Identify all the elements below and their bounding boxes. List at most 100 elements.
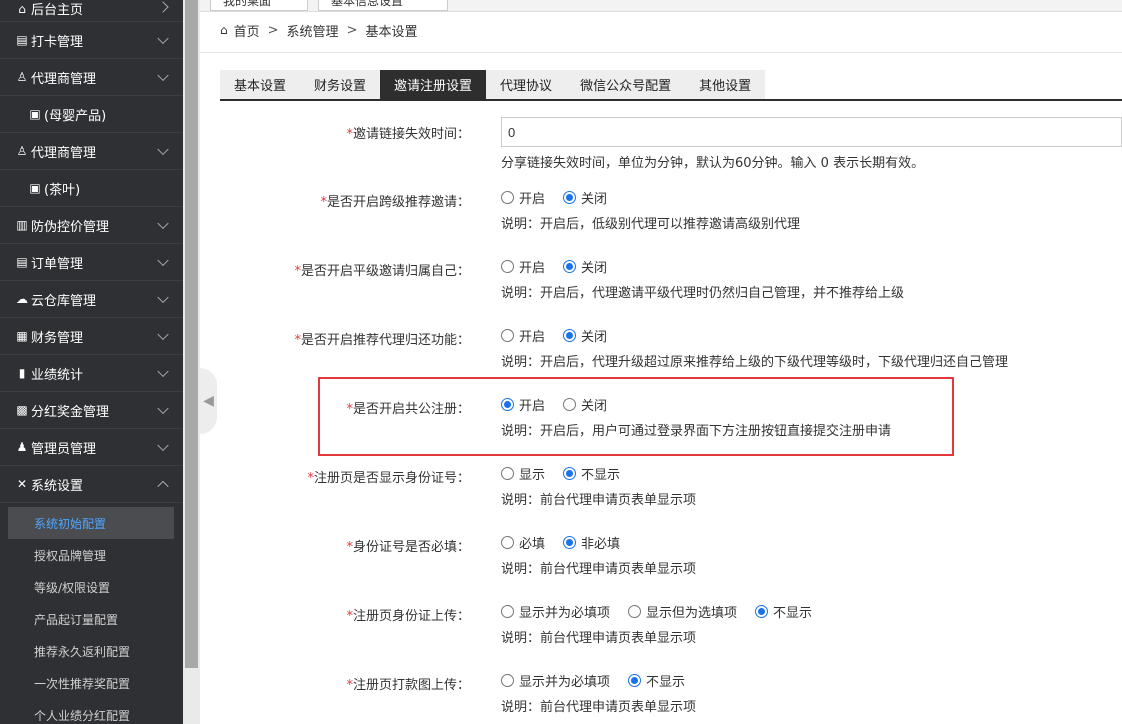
radio-group-show-id: 显示 不显示 bbox=[501, 464, 696, 483]
page-tab-desktop[interactable]: 我的桌面 bbox=[210, 0, 308, 11]
sidebar-item-home[interactable]: ⌂ 后台主页 bbox=[0, 0, 183, 22]
sidebar-item-label: 系统设置 bbox=[31, 478, 84, 494]
radio-label: 显示并为必填项 bbox=[519, 606, 611, 621]
sidebar-item-performance[interactable]: ▮ 业绩统计 bbox=[0, 355, 183, 392]
sidebar-item-anticounterfeit[interactable]: ▥ 防伪控价管理 bbox=[0, 207, 183, 244]
radio-show-optional[interactable]: 显示但为选填项 bbox=[628, 602, 737, 621]
sidebar-item-baby-products[interactable]: ▣ (母婴产品) bbox=[0, 96, 183, 133]
sidebar-item-dividend[interactable]: ▩ 分红奖金管理 bbox=[0, 392, 183, 429]
sidebar-item-label: 云仓库管理 bbox=[31, 293, 97, 309]
tab-wechat-config[interactable]: 微信公众号配置 bbox=[566, 70, 686, 99]
sidebar-item-attendance[interactable]: ▤ 打卡管理 bbox=[0, 22, 183, 59]
tab-finance[interactable]: 财务设置 bbox=[300, 70, 381, 99]
radio-label: 开启 bbox=[519, 399, 546, 414]
radio-hide[interactable]: 不显示 bbox=[628, 671, 685, 690]
radio-button[interactable] bbox=[501, 191, 514, 204]
radio-button-selected[interactable] bbox=[563, 260, 577, 273]
submenu-item-init-config[interactable]: 系统初始配置 bbox=[8, 507, 174, 539]
sidebar-item-tea[interactable]: ▣ (茶叶) bbox=[0, 170, 183, 207]
radio-button-selected[interactable] bbox=[501, 398, 514, 411]
radio-button[interactable] bbox=[501, 674, 514, 687]
radio-required[interactable]: 必填 bbox=[501, 533, 545, 552]
scrollbar-thumb[interactable] bbox=[185, 0, 198, 668]
radio-group-public-register: 开启 关闭 bbox=[501, 395, 891, 414]
radio-label: 显示但为选填项 bbox=[646, 606, 738, 621]
radio-button-selected[interactable] bbox=[563, 467, 577, 480]
sidebar-item-label: 代理商管理 bbox=[31, 145, 97, 161]
radio-button-selected[interactable] bbox=[628, 674, 642, 687]
radio-button-selected[interactable] bbox=[755, 605, 769, 618]
chevron-down-icon bbox=[157, 402, 169, 415]
invite-expire-input[interactable] bbox=[501, 117, 1122, 147]
radio-group-same-level: 开启 关闭 bbox=[501, 257, 904, 276]
help-text: 说明：前台代理申请页表单显示项 bbox=[501, 631, 697, 646]
radio-open[interactable]: 开启 bbox=[501, 395, 545, 414]
sidebar-item-admins[interactable]: ♟ 管理员管理 bbox=[0, 429, 183, 466]
sidebar-item-finance[interactable]: ▦ 财务管理 bbox=[0, 318, 183, 355]
sidebar-item-label: 管理员管理 bbox=[31, 441, 97, 457]
radio-close[interactable]: 关闭 bbox=[563, 326, 607, 345]
sidebar-item-label: (茶叶) bbox=[44, 182, 81, 198]
radio-button[interactable] bbox=[501, 536, 514, 549]
submenu-item-min-order[interactable]: 产品起订量配置 bbox=[0, 603, 183, 635]
radio-button-selected[interactable] bbox=[563, 191, 577, 204]
sidebar-item-system-settings[interactable]: ✕ 系统设置 bbox=[0, 466, 183, 503]
sidebar-item-orders[interactable]: ▤ 订单管理 bbox=[0, 244, 183, 281]
sidebar-collapse-toggle[interactable]: ◀ bbox=[200, 368, 217, 434]
user-icon: ♙ bbox=[16, 70, 28, 84]
breadcrumb-current: 基本设置 bbox=[365, 24, 418, 40]
tab-invite-register[interactable]: 邀请注册设置 bbox=[380, 70, 487, 99]
radio-show[interactable]: 显示 bbox=[501, 464, 545, 483]
help-text: 分享链接失效时间，单位为分钟，默认为60分钟。输入 0 表示长期有效。 bbox=[501, 156, 925, 171]
radio-label: 必填 bbox=[519, 537, 546, 552]
radio-button[interactable] bbox=[501, 605, 514, 618]
radio-open[interactable]: 开启 bbox=[501, 326, 545, 345]
sidebar-item-label: 打卡管理 bbox=[31, 34, 84, 50]
radio-show-required[interactable]: 显示并为必填项 bbox=[501, 671, 610, 690]
radio-button[interactable] bbox=[501, 260, 514, 273]
help-text: 说明：前台代理申请页表单显示项 bbox=[501, 700, 697, 715]
radio-hide[interactable]: 不显示 bbox=[755, 602, 812, 621]
tab-other[interactable]: 其他设置 bbox=[685, 70, 766, 99]
radio-label: 关闭 bbox=[581, 261, 608, 276]
breadcrumb-system[interactable]: 系统管理 bbox=[287, 21, 339, 40]
sidebar-item-agents-2[interactable]: ♙ 代理商管理 bbox=[0, 133, 183, 170]
chevron-left-icon: ◀ bbox=[203, 393, 214, 409]
radio-group-id-required: 必填 非必填 bbox=[501, 533, 696, 552]
radio-button[interactable] bbox=[563, 398, 577, 411]
field-label: *是否开启推荐代理归还功能： bbox=[294, 329, 470, 348]
radio-show-required[interactable]: 显示并为必填项 bbox=[501, 602, 610, 621]
sidebar-scrollbar[interactable] bbox=[183, 0, 200, 724]
tab-agent-agreement[interactable]: 代理协议 bbox=[486, 70, 567, 99]
page-tab-basic-info[interactable]: 基本信息设置 bbox=[318, 0, 448, 11]
sidebar-item-cloud-warehouse[interactable]: ☁ 云仓库管理 bbox=[0, 281, 183, 318]
field-label-text: 是否开启推荐代理归还功能： bbox=[300, 333, 470, 348]
radio-close[interactable]: 关闭 bbox=[563, 257, 607, 276]
radio-button[interactable] bbox=[628, 605, 642, 618]
radio-button-selected[interactable] bbox=[563, 329, 577, 342]
submenu-item-level-permission[interactable]: 等级/权限设置 bbox=[0, 571, 183, 603]
radio-label: 关闭 bbox=[581, 192, 608, 207]
submenu-item-brand-auth[interactable]: 授权品牌管理 bbox=[0, 539, 183, 571]
help-text: 说明：前台代理申请页表单显示项 bbox=[501, 562, 697, 577]
tab-basic[interactable]: 基本设置 bbox=[220, 70, 301, 99]
submenu-item-permanent-rebate[interactable]: 推荐永久返利配置 bbox=[0, 635, 183, 667]
sidebar-item-agents-1[interactable]: ♙ 代理商管理 bbox=[0, 59, 183, 96]
field-label: *注册页打款图上传： bbox=[346, 674, 470, 693]
radio-open[interactable]: 开启 bbox=[501, 188, 545, 207]
cloud-icon: ☁ bbox=[16, 292, 28, 306]
radio-close[interactable]: 关闭 bbox=[563, 395, 607, 414]
radio-open[interactable]: 开启 bbox=[501, 257, 545, 276]
radio-button[interactable] bbox=[501, 467, 514, 480]
page-tabs-bar: 我的桌面 基本信息设置 bbox=[200, 0, 1122, 12]
radio-button[interactable] bbox=[501, 329, 514, 342]
submenu-item-onetime-reward[interactable]: 一次性推荐奖配置 bbox=[0, 667, 183, 699]
field-label-text: 注册页是否显示身份证号： bbox=[313, 471, 470, 486]
breadcrumb-home[interactable]: 首页 bbox=[234, 21, 260, 40]
radio-button-selected[interactable] bbox=[563, 536, 577, 549]
radio-optional[interactable]: 非必填 bbox=[563, 533, 620, 552]
submenu-item-personal-dividend[interactable]: 个人业绩分红配置 bbox=[0, 699, 183, 724]
radio-hide[interactable]: 不显示 bbox=[563, 464, 620, 483]
chart-icon: ▮ bbox=[18, 366, 26, 380]
radio-close[interactable]: 关闭 bbox=[563, 188, 607, 207]
